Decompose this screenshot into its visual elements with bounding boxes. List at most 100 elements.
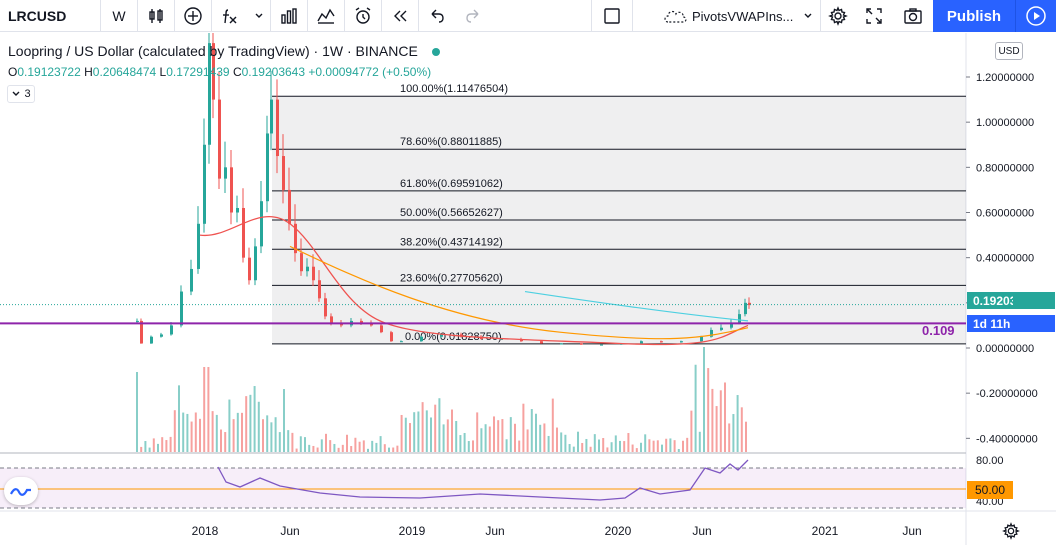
volume-bar xyxy=(556,427,558,452)
volume-bar xyxy=(383,444,386,452)
financials-button[interactable] xyxy=(271,0,307,32)
volume-bar xyxy=(438,398,441,452)
volume-bar xyxy=(736,395,739,452)
alert-button[interactable] xyxy=(345,0,381,32)
bar-replay-button[interactable] xyxy=(382,0,418,32)
top-toolbar: LRCUSD W PivotsVWAPIns... Publish xyxy=(0,0,1056,32)
candle-body xyxy=(160,334,163,337)
candle-body xyxy=(270,99,273,134)
volume-bar xyxy=(337,447,340,452)
candle-body xyxy=(390,332,393,342)
volume-bar xyxy=(270,422,273,452)
volume-bar xyxy=(253,386,256,452)
interval-button[interactable]: W xyxy=(101,0,137,32)
volume-bar xyxy=(673,440,676,452)
volume-bar xyxy=(346,434,348,452)
volume-bar xyxy=(577,431,579,452)
compare-symbols-button[interactable] xyxy=(308,0,344,32)
volume-bar xyxy=(472,440,474,452)
volume-bar xyxy=(467,441,470,452)
volume-bar xyxy=(719,390,722,452)
volume-bar xyxy=(455,420,458,452)
volume-bar xyxy=(220,429,222,452)
time-tick-label: Jun xyxy=(485,524,504,538)
volume-bar xyxy=(400,414,403,452)
indicators-button[interactable] xyxy=(212,0,248,32)
indicators-dropdown[interactable] xyxy=(248,0,270,32)
fib-level-label: 100.00%(1.11476504) xyxy=(400,83,508,95)
volume-bar xyxy=(560,432,563,452)
volume-bar xyxy=(635,448,638,452)
rsi-band-background xyxy=(0,468,966,508)
volume-bar xyxy=(173,410,176,452)
symbol-search-button[interactable]: LRCUSD xyxy=(0,0,100,32)
candle-body xyxy=(700,336,703,342)
volume-bar xyxy=(329,440,332,452)
candles-icon xyxy=(149,8,163,23)
volume-bar xyxy=(434,404,437,452)
volume-bar xyxy=(526,429,529,452)
indicator-template-select[interactable]: PivotsVWAPIns... xyxy=(662,0,822,32)
compare-button[interactable] xyxy=(175,0,211,32)
volume-bar xyxy=(182,412,185,452)
volume-bar xyxy=(480,428,483,452)
fib-level-label: 38.20%(0.43714192) xyxy=(400,236,503,248)
volume-bar xyxy=(509,417,512,452)
chart-settings-button[interactable] xyxy=(820,0,856,32)
candle-body xyxy=(203,144,206,224)
undo-button[interactable] xyxy=(419,0,455,32)
time-tick-label: Jun xyxy=(280,524,299,538)
price-tick-label: 1.20000000 xyxy=(976,72,1034,84)
gear-icon[interactable] xyxy=(1002,522,1020,540)
time-tick-label: 2021 xyxy=(812,524,839,538)
volume-bar xyxy=(551,398,554,452)
volume-bar xyxy=(648,439,651,452)
indicators-count: 3 xyxy=(24,88,31,100)
volume-bar xyxy=(585,438,588,452)
volume-bar xyxy=(169,436,172,452)
volume-bar xyxy=(522,403,525,452)
candle-body xyxy=(180,291,183,326)
time-tick-label: Jun xyxy=(902,524,921,538)
countdown-tag: 1d 11h xyxy=(967,315,1013,332)
fullscreen-button[interactable] xyxy=(856,0,892,32)
volume-bar xyxy=(493,416,495,452)
volume-bar xyxy=(677,448,680,452)
volume-bar xyxy=(165,440,168,452)
snapshot-button[interactable] xyxy=(894,0,932,32)
publish-options-button[interactable] xyxy=(1015,0,1056,32)
volume-bar xyxy=(371,440,374,452)
volume-bar xyxy=(358,441,361,452)
volume-bar xyxy=(745,421,747,452)
volume-bar xyxy=(148,447,151,452)
volume-bar xyxy=(325,433,327,452)
tradingview-logo[interactable] xyxy=(4,477,38,505)
volume-bar xyxy=(404,417,407,452)
volume-bar xyxy=(430,417,432,452)
currency-badge[interactable]: USD xyxy=(995,42,1023,60)
volume-bar xyxy=(157,443,159,452)
volume-bar xyxy=(245,396,248,452)
volume-bar xyxy=(379,436,382,452)
volume-bar xyxy=(388,447,390,452)
bar-chart-icon xyxy=(281,7,297,24)
volume-bar xyxy=(341,444,344,452)
candle-body xyxy=(276,99,279,157)
select-all-checkbox[interactable] xyxy=(592,0,632,32)
redo-button[interactable] xyxy=(455,0,491,32)
volume-bar xyxy=(409,423,411,452)
chart-type-button[interactable] xyxy=(138,0,174,32)
volume-bar xyxy=(539,424,542,452)
candle-body xyxy=(580,343,583,345)
volume-bar xyxy=(707,368,710,452)
volume-bar xyxy=(241,412,243,452)
indicators-collapse-button[interactable]: 3 xyxy=(7,85,35,103)
volume-bar xyxy=(547,435,550,452)
volume-bar xyxy=(262,419,264,452)
volume-bar xyxy=(514,423,516,452)
publish-button[interactable]: Publish xyxy=(933,0,1015,32)
chart-canvas[interactable]: 100.00%(1.11476504) 78.60%(0.88011885) 61.… xyxy=(0,33,1056,545)
volume-bar xyxy=(518,440,521,452)
time-tick-label: 2018 xyxy=(192,524,219,538)
volume-bar xyxy=(144,441,147,452)
